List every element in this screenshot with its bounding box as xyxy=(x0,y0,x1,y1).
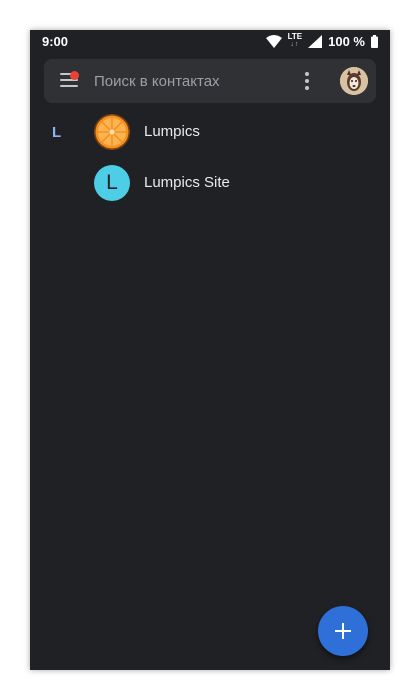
orange-slice-photo-icon xyxy=(94,114,130,150)
lte-icon: LTE ↓↑ xyxy=(287,32,303,49)
contact-name: Lumpics xyxy=(144,123,200,140)
status-icons: LTE ↓↑ 100 % xyxy=(265,32,378,49)
battery-icon xyxy=(371,34,378,48)
contact-letter-avatar: L xyxy=(94,165,130,201)
battery-percentage: 100 % xyxy=(328,33,365,49)
status-time: 9:00 xyxy=(42,34,69,49)
contact-row[interactable]: L Lumpics Site xyxy=(90,159,390,207)
signal-icon xyxy=(308,34,323,48)
account-avatar[interactable] xyxy=(340,67,368,95)
wifi-icon xyxy=(265,34,282,48)
section-letter: L xyxy=(52,124,62,141)
contact-name: Lumpics Site xyxy=(144,174,230,191)
search-input[interactable] xyxy=(94,70,294,92)
more-vertical-icon[interactable] xyxy=(304,72,310,90)
account-photo-icon xyxy=(340,67,368,95)
notification-badge xyxy=(70,71,79,80)
search-bar[interactable] xyxy=(44,59,376,103)
contacts-screen: 9:00 LTE ↓↑ 100 % Поиск в контактах L Lu… xyxy=(30,30,390,670)
contact-avatar xyxy=(94,114,130,150)
status-bar: 9:00 LTE ↓↑ 100 % xyxy=(30,30,390,54)
add-contact-button[interactable] xyxy=(318,606,368,656)
contact-row[interactable]: Lumpics xyxy=(90,108,390,156)
